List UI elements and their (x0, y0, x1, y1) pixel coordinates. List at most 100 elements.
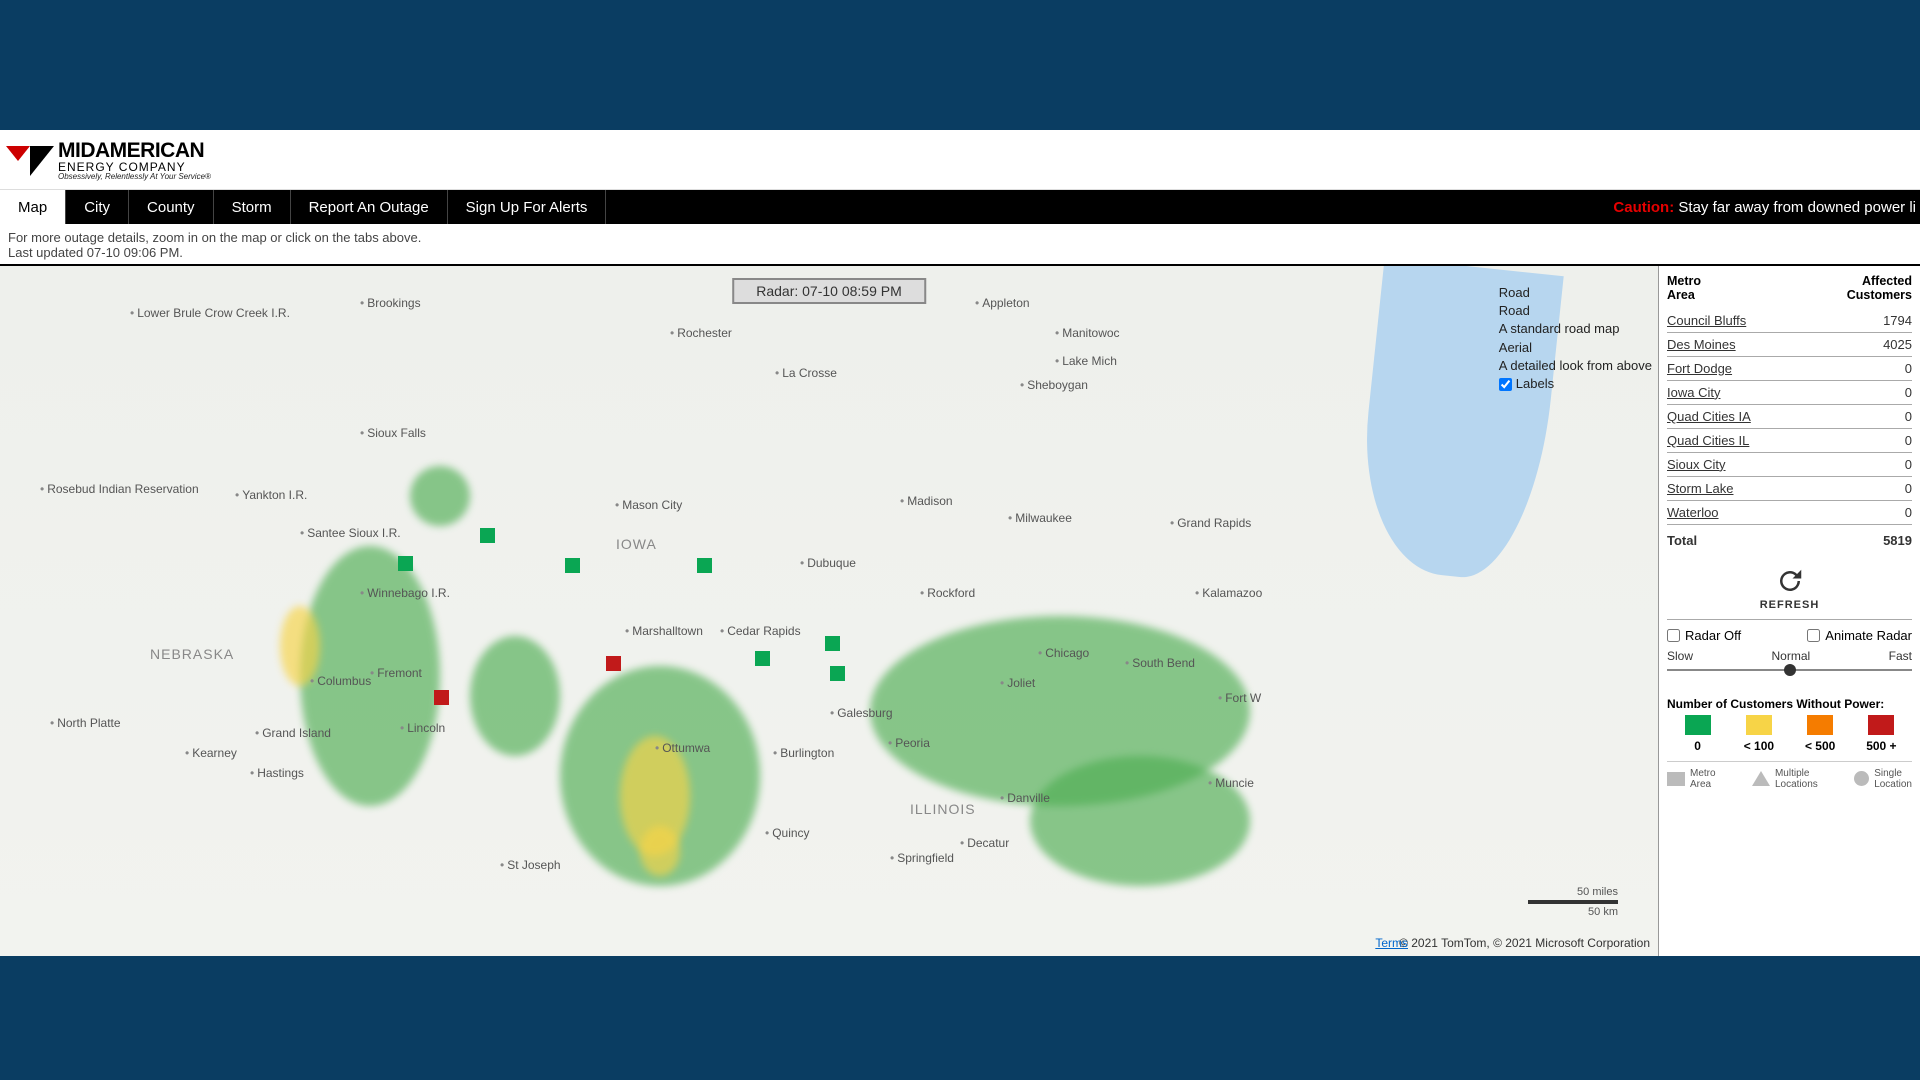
th-metro-area: MetroArea (1667, 272, 1805, 309)
city-label: Danville (1000, 791, 1050, 805)
table-row[interactable]: Quad Cities IL0 (1667, 428, 1912, 452)
subhead-line1: For more outage details, zoom in on the … (8, 230, 1912, 245)
area-cell[interactable]: Quad Cities IA (1667, 404, 1805, 428)
legend-cell: 0 (1667, 715, 1728, 753)
outage-marker[interactable] (697, 558, 712, 573)
speed-fast: Fast (1889, 649, 1912, 663)
legend-label: 500 + (1851, 739, 1912, 753)
outage-map[interactable]: Radar: 07-10 08:59 PM Road Road A standa… (0, 266, 1658, 956)
speed-normal: Normal (1772, 649, 1811, 663)
radar-off-toggle[interactable]: Radar Off (1667, 628, 1741, 643)
city-label: Lake Mich (1055, 354, 1117, 368)
animate-radar-checkbox[interactable] (1807, 629, 1820, 642)
table-row[interactable]: Waterloo0 (1667, 500, 1912, 524)
city-label: Fremont (370, 666, 422, 680)
caution-ticker: Caution: Stay far away from downed power… (1613, 199, 1920, 216)
area-cell[interactable]: Sioux City (1667, 452, 1805, 476)
legend-title: Number of Customers Without Power: (1667, 697, 1912, 711)
tab-storm[interactable]: Storm (214, 190, 291, 224)
city-label: Yankton I.R. (235, 488, 307, 502)
main-nav: Map City County Storm Report An Outage S… (0, 190, 1920, 224)
count-cell: 0 (1805, 500, 1912, 524)
outage-marker[interactable] (825, 636, 840, 651)
area-cell[interactable]: Quad Cities IL (1667, 428, 1805, 452)
city-label: Quincy (765, 826, 810, 840)
table-row[interactable]: Iowa City0 (1667, 380, 1912, 404)
table-row[interactable]: Sioux City0 (1667, 452, 1912, 476)
total-label: Total (1667, 524, 1805, 552)
area-cell[interactable]: Iowa City (1667, 380, 1805, 404)
legend-swatch (1746, 715, 1772, 735)
count-cell: 0 (1805, 380, 1912, 404)
outage-marker[interactable] (480, 528, 495, 543)
state-label: ILLINOIS (910, 801, 976, 817)
animate-radar-toggle[interactable]: Animate Radar (1807, 628, 1912, 643)
tab-map[interactable]: Map (0, 190, 66, 224)
map-labels-checkbox[interactable] (1499, 378, 1512, 391)
outage-marker[interactable] (565, 558, 580, 573)
city-label: Columbus (310, 674, 371, 688)
outage-marker[interactable] (755, 651, 770, 666)
city-label: Decatur (960, 836, 1009, 850)
count-cell: 0 (1805, 356, 1912, 380)
table-row[interactable]: Quad Cities IA0 (1667, 404, 1912, 428)
city-label: Madison (900, 494, 953, 508)
map-type-control[interactable]: Road Road A standard road map Aerial A d… (1499, 284, 1652, 393)
city-label: Springfield (890, 851, 954, 865)
legend-swatch (1807, 715, 1833, 735)
map-labels-text: Labels (1516, 375, 1554, 393)
radar-off-checkbox[interactable] (1667, 629, 1680, 642)
radar-controls: Radar Off Animate Radar Slow Normal Fast (1667, 619, 1912, 687)
city-label: Brookings (360, 296, 421, 310)
count-cell: 0 (1805, 452, 1912, 476)
city-label: Joliet (1000, 676, 1035, 690)
city-label: Rochester (670, 326, 732, 340)
speed-slider[interactable] (1667, 665, 1912, 675)
logo-tagline: Obsessively, Relentlessly At Your Servic… (58, 173, 211, 181)
shape-sq-label: MetroArea (1690, 768, 1716, 790)
outage-marker[interactable] (606, 656, 621, 671)
city-label: Kearney (185, 746, 237, 760)
map-attribution: © 2021 TomTom, © 2021 Microsoft Corporat… (1399, 936, 1650, 950)
table-row[interactable]: Fort Dodge0 (1667, 356, 1912, 380)
map-terms-link[interactable]: Terms (1375, 936, 1408, 950)
area-cell[interactable]: Council Bluffs (1667, 309, 1805, 333)
city-label: Marshalltown (625, 624, 703, 638)
tab-sign-up-alerts[interactable]: Sign Up For Alerts (448, 190, 607, 224)
count-cell: 0 (1805, 476, 1912, 500)
outage-marker[interactable] (398, 556, 413, 571)
city-label: Sheboygan (1020, 378, 1088, 392)
map-scale: 50 miles 50 km (1528, 886, 1618, 918)
city-label: Kalamazoo (1195, 586, 1262, 600)
count-cell: 0 (1805, 404, 1912, 428)
table-row[interactable]: Des Moines4025 (1667, 332, 1912, 356)
tab-county[interactable]: County (129, 190, 214, 224)
scale-km: 50 km (1528, 906, 1618, 918)
map-type-aerial[interactable]: Aerial (1499, 339, 1652, 357)
city-label: Galesburg (830, 706, 893, 720)
area-cell[interactable]: Storm Lake (1667, 476, 1805, 500)
map-labels-toggle[interactable]: Labels (1499, 375, 1652, 393)
outage-marker[interactable] (434, 690, 449, 705)
map-type-road[interactable]: Road (1499, 284, 1652, 302)
area-cell[interactable]: Waterloo (1667, 500, 1805, 524)
city-label: Muncie (1208, 776, 1254, 790)
area-cell[interactable]: Des Moines (1667, 332, 1805, 356)
count-cell: 0 (1805, 428, 1912, 452)
refresh-button[interactable]: REFRESH (1667, 566, 1912, 611)
count-cell: 4025 (1805, 332, 1912, 356)
legend-label: 0 (1667, 739, 1728, 753)
city-label: Burlington (773, 746, 834, 760)
area-cell[interactable]: Fort Dodge (1667, 356, 1805, 380)
outage-marker[interactable] (830, 666, 845, 681)
scale-miles: 50 miles (1528, 886, 1618, 898)
caution-text: Stay far away from downed power li (1678, 199, 1916, 216)
legend-cell: 500 + (1851, 715, 1912, 753)
city-label: St Joseph (500, 858, 561, 872)
table-row[interactable]: Storm Lake0 (1667, 476, 1912, 500)
tab-city[interactable]: City (66, 190, 129, 224)
city-label: Ottumwa (655, 741, 710, 755)
tab-report-outage[interactable]: Report An Outage (291, 190, 448, 224)
triangle-icon (1752, 771, 1770, 786)
table-row[interactable]: Council Bluffs1794 (1667, 309, 1912, 333)
